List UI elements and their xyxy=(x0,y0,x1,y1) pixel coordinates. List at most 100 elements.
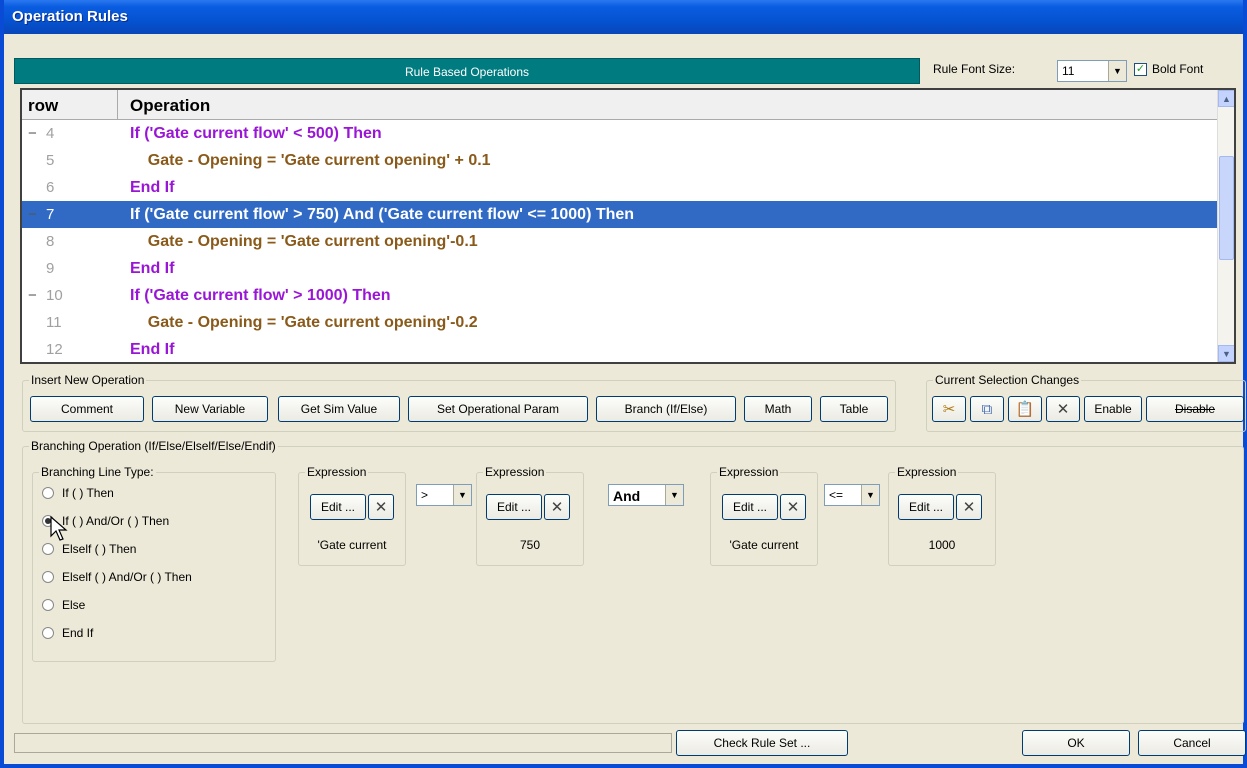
font-size-value: 11 xyxy=(1062,64,1075,78)
operation-text: If ('Gate current flow' < 500) Then xyxy=(130,124,382,142)
expression-2-value: 750 xyxy=(519,538,541,552)
row-indent xyxy=(28,341,46,358)
row-indent xyxy=(28,179,46,196)
expression-2-clear-button[interactable]: ✕ xyxy=(544,494,570,520)
row-number-value: 7 xyxy=(46,206,55,223)
row-number: −7 xyxy=(22,206,118,223)
collapse-icon[interactable]: − xyxy=(28,125,46,142)
new-variable-button[interactable]: New Variable xyxy=(152,396,268,422)
conjunction-select[interactable]: And ▼ xyxy=(608,484,684,506)
expression-1-value: 'Gate current xyxy=(317,538,387,552)
table-row[interactable]: −7 If ('Gate current flow' > 750) And ('G… xyxy=(22,201,1234,228)
scroll-up-icon[interactable]: ▲ xyxy=(1218,90,1234,107)
table-row[interactable]: 12 End If xyxy=(22,336,1234,362)
branching-option-label: Elself ( ) And/Or ( ) Then xyxy=(62,570,192,584)
collapse-icon[interactable]: − xyxy=(28,287,46,304)
branching-option[interactable]: If ( ) Then xyxy=(42,486,114,500)
expression-1-clear-button[interactable]: ✕ xyxy=(368,494,394,520)
ok-button[interactable]: OK xyxy=(1022,730,1130,756)
grid-rows: −4 If ('Gate current flow' < 500) Then 5 G… xyxy=(22,120,1234,362)
radio-button[interactable] xyxy=(42,571,54,583)
branch-button[interactable]: Branch (If/Else) xyxy=(596,396,736,422)
enable-button[interactable]: Enable xyxy=(1084,396,1142,422)
math-button[interactable]: Math xyxy=(744,396,812,422)
check-rule-set-button[interactable]: Check Rule Set ... xyxy=(676,730,848,756)
vertical-scrollbar[interactable]: ▲ ▼ xyxy=(1217,90,1234,362)
bold-font-checkbox[interactable]: ✓ Bold Font xyxy=(1134,62,1203,76)
branching-option[interactable]: Elself ( ) Then xyxy=(42,542,136,556)
checkbox-checked-icon[interactable]: ✓ xyxy=(1134,62,1147,76)
chevron-down-icon[interactable]: ▼ xyxy=(453,485,471,505)
expression-1-edit-button[interactable]: Edit ... xyxy=(310,494,366,520)
expression-3-clear-button[interactable]: ✕ xyxy=(780,494,806,520)
font-size-select[interactable]: 11 ▼ xyxy=(1057,60,1127,82)
close-icon: ✕ xyxy=(962,499,976,516)
table-row[interactable]: −4 If ('Gate current flow' < 500) Then xyxy=(22,120,1234,147)
set-operational-param-button[interactable]: Set Operational Param xyxy=(408,396,588,422)
bold-font-label: Bold Font xyxy=(1152,62,1204,76)
cancel-button[interactable]: Cancel xyxy=(1138,730,1246,756)
expression-4-legend: Expression xyxy=(895,465,959,479)
window-title: Operation Rules xyxy=(4,0,1243,34)
branching-option[interactable]: End If xyxy=(42,626,93,640)
operator-1-select[interactable]: > ▼ xyxy=(416,484,472,506)
table-row[interactable]: 5 Gate - Opening = 'Gate current opening… xyxy=(22,147,1234,174)
clipboard-icon: 📋 xyxy=(1015,401,1035,418)
operation-text: Gate - Opening = 'Gate current opening'-… xyxy=(130,313,478,331)
close-icon: ✕ xyxy=(550,499,564,516)
row-number-value: 12 xyxy=(46,341,63,358)
mouse-cursor-icon xyxy=(50,516,68,541)
table-row[interactable]: −10 If ('Gate current flow' > 1000) Then xyxy=(22,282,1234,309)
column-header-operation[interactable]: Operation xyxy=(118,90,1234,119)
radio-button[interactable] xyxy=(42,543,54,555)
expression-4-edit-button[interactable]: Edit ... xyxy=(898,494,954,520)
table-row[interactable]: 11 Gate - Opening = 'Gate current openin… xyxy=(22,309,1234,336)
branching-option[interactable]: Elself ( ) And/Or ( ) Then xyxy=(42,570,192,584)
row-indent xyxy=(28,152,46,169)
operator-2-select[interactable]: <= ▼ xyxy=(824,484,880,506)
table-row[interactable]: 9 End If xyxy=(22,255,1234,282)
expression-2-edit-button[interactable]: Edit ... xyxy=(486,494,542,520)
operation-text: If ('Gate current flow' > 750) And ('Gat… xyxy=(130,205,635,223)
row-indent xyxy=(28,314,46,331)
status-bar xyxy=(14,733,672,753)
operator-2-value: <= xyxy=(829,488,844,502)
table-button[interactable]: Table xyxy=(820,396,888,422)
row-number: 11 xyxy=(22,314,118,331)
copy-button[interactable]: ⧉ xyxy=(970,396,1004,422)
disable-button[interactable]: Disable xyxy=(1146,396,1244,422)
radio-button[interactable] xyxy=(42,599,54,611)
operation-text: End If xyxy=(130,259,175,277)
radio-button[interactable] xyxy=(42,487,54,499)
scroll-down-icon[interactable]: ▼ xyxy=(1218,345,1234,362)
row-number: 9 xyxy=(22,260,118,277)
table-row[interactable]: 8 Gate - Opening = 'Gate current opening… xyxy=(22,228,1234,255)
operation-text: Gate - Opening = 'Gate current opening' … xyxy=(130,151,491,169)
chevron-down-icon[interactable]: ▼ xyxy=(861,485,879,505)
expression-4-clear-button[interactable]: ✕ xyxy=(956,494,982,520)
get-sim-value-button[interactable]: Get Sim Value xyxy=(278,396,400,422)
scroll-thumb[interactable] xyxy=(1219,156,1234,260)
delete-button[interactable]: ✕ xyxy=(1046,396,1080,422)
chevron-down-icon[interactable]: ▼ xyxy=(665,485,683,505)
chevron-down-icon[interactable]: ▼ xyxy=(1108,61,1126,81)
table-row[interactable]: 6 End If xyxy=(22,174,1234,201)
column-header-row[interactable]: row xyxy=(22,90,118,119)
radio-button[interactable] xyxy=(42,627,54,639)
row-number-value: 5 xyxy=(46,152,55,169)
branching-option-label: End If xyxy=(62,626,94,640)
close-icon: ✕ xyxy=(786,499,800,516)
conjunction-value: And xyxy=(613,488,641,504)
branching-option[interactable]: Else xyxy=(42,598,85,612)
grid-header: row Operation xyxy=(22,90,1234,120)
insert-operation-legend: Insert New Operation xyxy=(29,373,147,387)
paste-button[interactable]: 📋 xyxy=(1008,396,1042,422)
collapse-icon[interactable]: − xyxy=(28,206,46,223)
operation-text: Gate - Opening = 'Gate current opening'-… xyxy=(130,232,478,250)
cut-button[interactable]: ✂ xyxy=(932,396,966,422)
operation-grid[interactable]: row Operation −4 If ('Gate current flow' … xyxy=(20,88,1236,364)
branching-line-type-legend: Branching Line Type: xyxy=(39,465,156,479)
close-icon: ✕ xyxy=(374,499,388,516)
comment-button[interactable]: Comment xyxy=(30,396,144,422)
expression-3-edit-button[interactable]: Edit ... xyxy=(722,494,778,520)
